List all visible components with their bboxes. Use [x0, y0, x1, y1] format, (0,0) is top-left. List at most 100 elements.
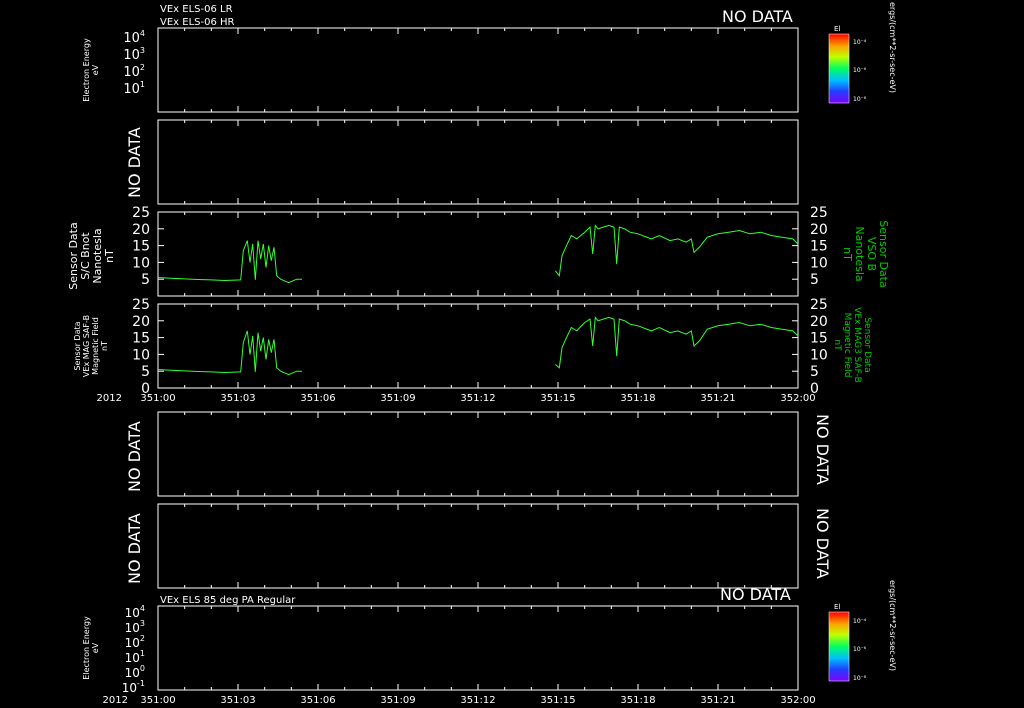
y-tick-label: 20	[132, 222, 150, 238]
field-trace	[554, 224, 799, 278]
panel5-frame	[157, 411, 799, 497]
panel7-colorbar-gradient	[828, 611, 850, 682]
y-tick-label-right: 5	[810, 272, 819, 288]
panel1-colorbar: El 10⁻⁴ 10⁻⁶ 10⁻⁸	[828, 25, 867, 104]
panel2-frame	[157, 119, 799, 205]
axis2-labels: 351:00 351:03 351:06 351:09 351:12 351:15 351:…	[140, 695, 815, 706]
panel1-time-ticks	[184, 28, 772, 112]
panel4-frame	[157, 303, 799, 389]
panel3-right-label: Sensor Data VSO B Nanotesla nT	[841, 220, 890, 287]
panel1-colorbar-tick-0: 10⁻⁴	[853, 39, 867, 46]
panel1-title-hr: VEx ELS-06 HR	[160, 17, 235, 28]
y-tick-label-right: 25	[810, 205, 828, 221]
panel1-units: ergs/(cm**2-sr-sec-eV)	[888, 2, 897, 93]
time-axis-label: 351:09	[380, 695, 415, 706]
y-tick-label: 15	[132, 239, 150, 255]
panel3-left-label: Sensor Data S/C Bnot Nanotesla nT	[67, 222, 116, 289]
panel7-ytick-1e-1: 10-1	[122, 679, 145, 695]
y-tick-label: 20	[132, 314, 150, 330]
panel5-nodata-right: NO DATA	[813, 414, 832, 485]
y-tick-label-right: 15	[810, 239, 828, 255]
time-axis-label: 351:03	[220, 393, 255, 404]
panel7-ytick-1e2: 102	[125, 634, 145, 650]
panel5-time-ticks	[184, 412, 772, 496]
time-axis-label: 351:15	[540, 393, 575, 404]
panel7-ylabel: Electron Energy eV	[82, 616, 100, 680]
panel7-yticks: 104 103 102 101 100 10-1	[122, 604, 145, 695]
time-axis-label: 351:21	[700, 393, 735, 404]
panel1-ylabel-line1: Electron Energy	[82, 38, 91, 102]
panel6-time-ticks	[184, 504, 772, 588]
time-axis-label: 352:00	[780, 695, 815, 706]
panel3-yticks: 25 2520 2015 1510 105 5	[132, 205, 828, 288]
panel7-colorbar-tick-1: 10⁻⁶	[853, 646, 867, 653]
panel1-colorbar-tick-1: 10⁻⁶	[853, 67, 867, 74]
panel7-ytick-1e0: 100	[125, 664, 145, 680]
panel7-ylabel-line2: eV	[91, 642, 100, 653]
field-trace	[554, 316, 799, 369]
panel1-yticks: 104 103 102 101	[123, 29, 145, 97]
panel1-nodata: NO DATA	[722, 7, 793, 26]
panel4-right-label: Sensor Data VEx MAG3 SAF-B Magnetic Fiel…	[832, 307, 872, 383]
panel4-left-label: Sensor Data VEx MAG SAF-B Magnetic Field…	[73, 315, 109, 377]
axis1-year: 2012	[97, 393, 122, 404]
panel1-colorbar-label: El	[834, 25, 840, 33]
y-tick-label-right: 25	[810, 297, 828, 313]
panel1-colorbar-tick-2: 10⁻⁸	[853, 96, 867, 103]
panel4-right-label-line4: nT	[832, 339, 842, 351]
time-axis-label: 352:00	[780, 393, 815, 404]
panel4-left-label-line4: nT	[100, 341, 109, 351]
panel4-left-label-line1: Sensor Data	[73, 321, 82, 370]
panel4-right-label-line2: VEx MAG3 SAF-B	[852, 307, 862, 383]
panel4-left-label-line3: Magnetic Field	[91, 317, 100, 375]
panel7-title: VEx ELS 85 deg PA Regular	[160, 595, 296, 606]
time-axis-label: 351:18	[620, 695, 655, 706]
panel1-title-lr: VEx ELS-06 LR	[160, 4, 233, 15]
y-tick-label-right: 15	[810, 331, 828, 347]
panel1-frame	[157, 27, 799, 113]
panel4-right-label-line3: Magnetic Field	[842, 313, 852, 378]
panel4-data	[157, 316, 799, 376]
panel5-nodata-left: NO DATA	[125, 421, 144, 492]
panel7-ytick-1e3: 103	[125, 619, 145, 635]
time-axis-label: 351:12	[460, 695, 495, 706]
panel1-ytick-1e3: 103	[123, 46, 145, 63]
y-tick-label: 25	[132, 205, 150, 221]
panel7-colorbar-tick-2: 10⁻⁸	[853, 675, 867, 682]
y-tick-label-right: 10	[810, 255, 828, 271]
y-tick-label: 5	[141, 272, 150, 288]
y-tick-label: 15	[132, 331, 150, 347]
panel2-nodata: NO DATA	[125, 127, 144, 198]
panel7-colorbar-label: El	[834, 603, 840, 611]
panel1-ytick-1e4: 104	[123, 29, 145, 46]
panel6-nodata-right: NO DATA	[813, 508, 832, 579]
panel4-left-label-line2: VEx MAG SAF-B	[82, 315, 91, 377]
time-axis-label: 351:00	[140, 393, 175, 404]
panel2-time-ticks	[184, 120, 772, 204]
y-tick-label-right: 20	[810, 222, 828, 238]
y-tick-label: 25	[132, 297, 150, 313]
panel1-ytick-1e2: 102	[123, 63, 145, 80]
time-axis-label: 351:21	[700, 695, 735, 706]
panel3-right-label-line4: nT	[841, 247, 854, 261]
panel7-ytick-1e4: 104	[125, 604, 145, 620]
panel1-ytick-1e1: 101	[123, 80, 145, 97]
time-axis-label: 351:06	[300, 695, 335, 706]
axis1-labels: 351:00 351:03 351:06 351:09 351:12 351:15 351:…	[140, 393, 815, 404]
panel7-colorbar-tick-0: 10⁻⁴	[853, 618, 867, 625]
time-axis-label: 351:09	[380, 393, 415, 404]
panel3-data	[157, 224, 799, 284]
panel4-right-label-line1: Sensor Data	[862, 317, 872, 372]
time-axis-label: 351:03	[220, 695, 255, 706]
y-tick-label: 5	[141, 364, 150, 380]
panel3-left-label-line4: nT	[103, 249, 116, 263]
y-tick-label: 10	[132, 347, 150, 363]
panel1-ylabel-line2: eV	[91, 64, 100, 75]
axis2-year: 2012	[103, 695, 128, 706]
time-axis-label: 351:18	[620, 393, 655, 404]
panel7-units: ergs/(cm**2-sr-sec-eV)	[888, 580, 897, 671]
field-trace	[157, 240, 302, 284]
panel7-colorbar: El 10⁻⁴ 10⁻⁶ 10⁻⁸	[828, 603, 867, 682]
y-tick-label-right: 5	[810, 364, 819, 380]
panel7-nodata: NO DATA	[720, 585, 791, 604]
